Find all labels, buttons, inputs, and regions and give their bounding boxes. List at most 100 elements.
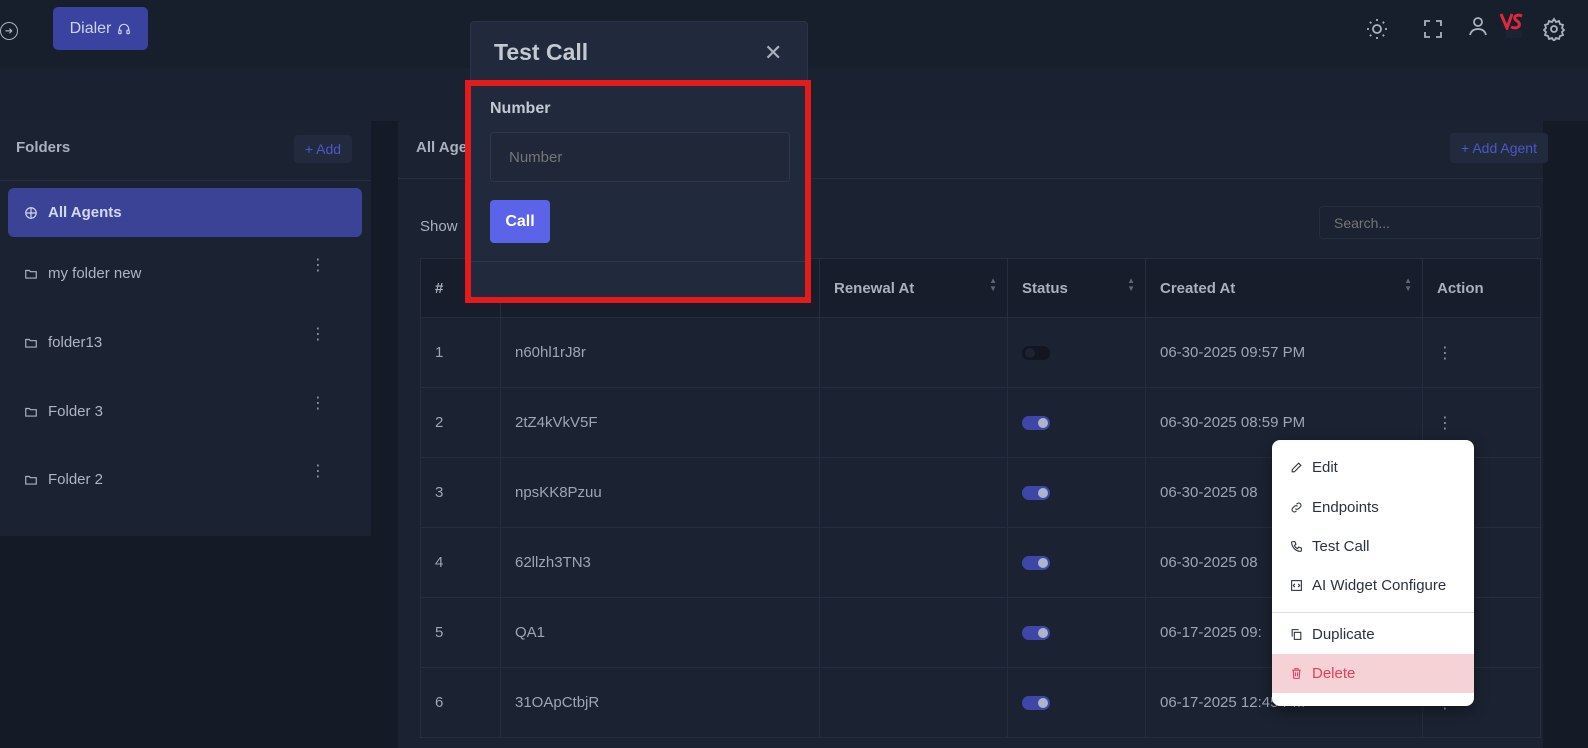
cell-status bbox=[1007, 527, 1146, 598]
menu-item-label: Test Call bbox=[1312, 538, 1370, 555]
phone-icon bbox=[1291, 541, 1302, 552]
user-icon[interactable] bbox=[1466, 14, 1490, 38]
folder-menu-icon[interactable]: ⋮ bbox=[310, 258, 326, 274]
folder-item[interactable]: folder13 ⋮ bbox=[8, 318, 362, 367]
cell-status bbox=[1007, 317, 1146, 388]
column-header-status[interactable]: Status ▲ ▼ bbox=[1007, 258, 1146, 318]
folder-item-all-agents[interactable]: All Agents bbox=[8, 188, 362, 237]
column-header-created[interactable]: Created At ▲ ▼ bbox=[1145, 258, 1423, 318]
sun-icon[interactable] bbox=[1365, 17, 1389, 41]
menu-item-label: Delete bbox=[1312, 665, 1356, 682]
menu-item-test-call[interactable]: Test Call bbox=[1272, 527, 1474, 566]
menu-item-label: Endpoints bbox=[1312, 499, 1379, 516]
close-icon[interactable]: ✕ bbox=[764, 40, 782, 66]
sort-icon: ▲ ▼ bbox=[1404, 276, 1412, 293]
folder-label: folder13 bbox=[48, 334, 103, 351]
search-input[interactable] bbox=[1319, 206, 1541, 239]
dialer-button[interactable]: Dialer bbox=[53, 7, 148, 50]
add-agent-button[interactable]: + Add Agent bbox=[1450, 133, 1548, 163]
cell-number: 4 bbox=[420, 527, 501, 598]
status-toggle[interactable] bbox=[1022, 346, 1050, 361]
column-header-action: Action bbox=[1422, 258, 1541, 318]
cell-number: 2 bbox=[420, 387, 501, 458]
folder-item[interactable]: Folder 3 ⋮ bbox=[8, 387, 362, 436]
menu-item-label: Edit bbox=[1312, 459, 1338, 476]
status-toggle[interactable] bbox=[1022, 626, 1050, 641]
folder-menu-icon[interactable]: ⋮ bbox=[310, 396, 326, 412]
show-entries-label: Show bbox=[420, 218, 458, 235]
folder-icon bbox=[25, 407, 37, 417]
cell-name: n60hl1rJ8r bbox=[500, 317, 820, 388]
status-toggle[interactable] bbox=[1022, 486, 1050, 501]
menu-item-endpoints[interactable]: Endpoints bbox=[1272, 488, 1474, 527]
status-toggle[interactable] bbox=[1022, 556, 1050, 571]
cell-name: 31OApCtbjR bbox=[500, 667, 820, 738]
column-header-renewal[interactable]: Renewal At ▲ ▼ bbox=[819, 258, 1008, 318]
menu-item-label: Duplicate bbox=[1312, 626, 1375, 643]
action-menu: Edit Endpoints Test Call AI Widget Confi… bbox=[1272, 440, 1474, 706]
agents-icon bbox=[25, 206, 37, 219]
circle-arrow-icon[interactable]: ➜ bbox=[0, 22, 18, 40]
folders-header: Folders + Add bbox=[0, 121, 371, 181]
cell-name: npsKK8Pzuu bbox=[500, 457, 820, 528]
status-toggle[interactable] bbox=[1022, 416, 1050, 431]
folder-icon bbox=[25, 475, 37, 485]
folder-label: my folder new bbox=[48, 265, 142, 282]
menu-item-ai-widget[interactable]: AI Widget Configure bbox=[1272, 566, 1474, 605]
menu-item-duplicate[interactable]: Duplicate bbox=[1272, 615, 1474, 654]
sort-icon: ▲ ▼ bbox=[989, 276, 997, 293]
sort-icon: ▲ ▼ bbox=[1127, 276, 1135, 293]
edit-icon bbox=[1291, 462, 1302, 473]
folder-label: Folder 2 bbox=[48, 471, 104, 488]
folder-menu-icon[interactable]: ⋮ bbox=[310, 327, 326, 343]
cell-name: 2tZ4kVkV5F bbox=[500, 387, 820, 458]
trash-icon bbox=[1292, 668, 1301, 679]
cell-status bbox=[1007, 387, 1146, 458]
folder-icon bbox=[25, 338, 37, 348]
menu-item-edit[interactable]: Edit bbox=[1272, 448, 1474, 487]
table-row: 1 n60hl1rJ8r 06-30-2025 09:57 PM ⋮ bbox=[420, 317, 1541, 388]
folder-item[interactable]: Folder 2 ⋮ bbox=[8, 455, 362, 504]
logo bbox=[1499, 13, 1523, 38]
folders-panel: Folders + Add All Agents my folder new ⋮… bbox=[0, 121, 371, 536]
cell-number: 5 bbox=[420, 597, 501, 668]
row-menu-icon[interactable]: ⋮ bbox=[1437, 345, 1453, 362]
cell-renewal bbox=[819, 457, 1008, 528]
cell-renewal bbox=[819, 667, 1008, 738]
status-toggle[interactable] bbox=[1022, 696, 1050, 711]
cell-name: 62llzh3TN3 bbox=[500, 527, 820, 598]
folder-item[interactable]: my folder new ⋮ bbox=[8, 249, 362, 298]
folder-icon bbox=[25, 269, 37, 279]
folder-label: All Agents bbox=[48, 204, 122, 221]
copy-icon bbox=[1291, 629, 1302, 640]
cell-number: 3 bbox=[420, 457, 501, 528]
cell-created: 06-30-2025 09:57 PM bbox=[1145, 317, 1423, 388]
folder-label: Folder 3 bbox=[48, 403, 104, 420]
agents-title: All Age bbox=[416, 139, 468, 156]
cell-name: QA1 bbox=[500, 597, 820, 668]
folders-title: Folders bbox=[16, 139, 71, 156]
cell-renewal bbox=[819, 387, 1008, 458]
row-menu-icon[interactable]: ⋮ bbox=[1437, 415, 1453, 432]
highlight-box bbox=[465, 80, 811, 303]
gear-icon[interactable] bbox=[1542, 17, 1566, 41]
cell-number: 6 bbox=[420, 667, 501, 738]
modal-title: Test Call bbox=[494, 39, 589, 65]
headset-icon bbox=[118, 23, 131, 34]
cell-status bbox=[1007, 597, 1146, 668]
cell-status bbox=[1007, 457, 1146, 528]
fullscreen-icon[interactable] bbox=[1421, 17, 1445, 41]
cell-renewal bbox=[819, 527, 1008, 598]
menu-item-delete[interactable]: Delete bbox=[1272, 654, 1474, 693]
cell-action: ⋮ bbox=[1422, 317, 1541, 388]
folder-menu-icon[interactable]: ⋮ bbox=[310, 464, 326, 480]
menu-item-label: AI Widget Configure bbox=[1312, 577, 1447, 594]
cell-renewal bbox=[819, 317, 1008, 388]
cell-number: 1 bbox=[420, 317, 501, 388]
menu-divider bbox=[1272, 612, 1474, 613]
link-icon bbox=[1291, 502, 1302, 513]
add-folder-button[interactable]: + Add bbox=[294, 135, 352, 163]
dialer-label: Dialer bbox=[69, 19, 112, 37]
code-icon bbox=[1291, 580, 1302, 591]
cell-renewal bbox=[819, 597, 1008, 668]
